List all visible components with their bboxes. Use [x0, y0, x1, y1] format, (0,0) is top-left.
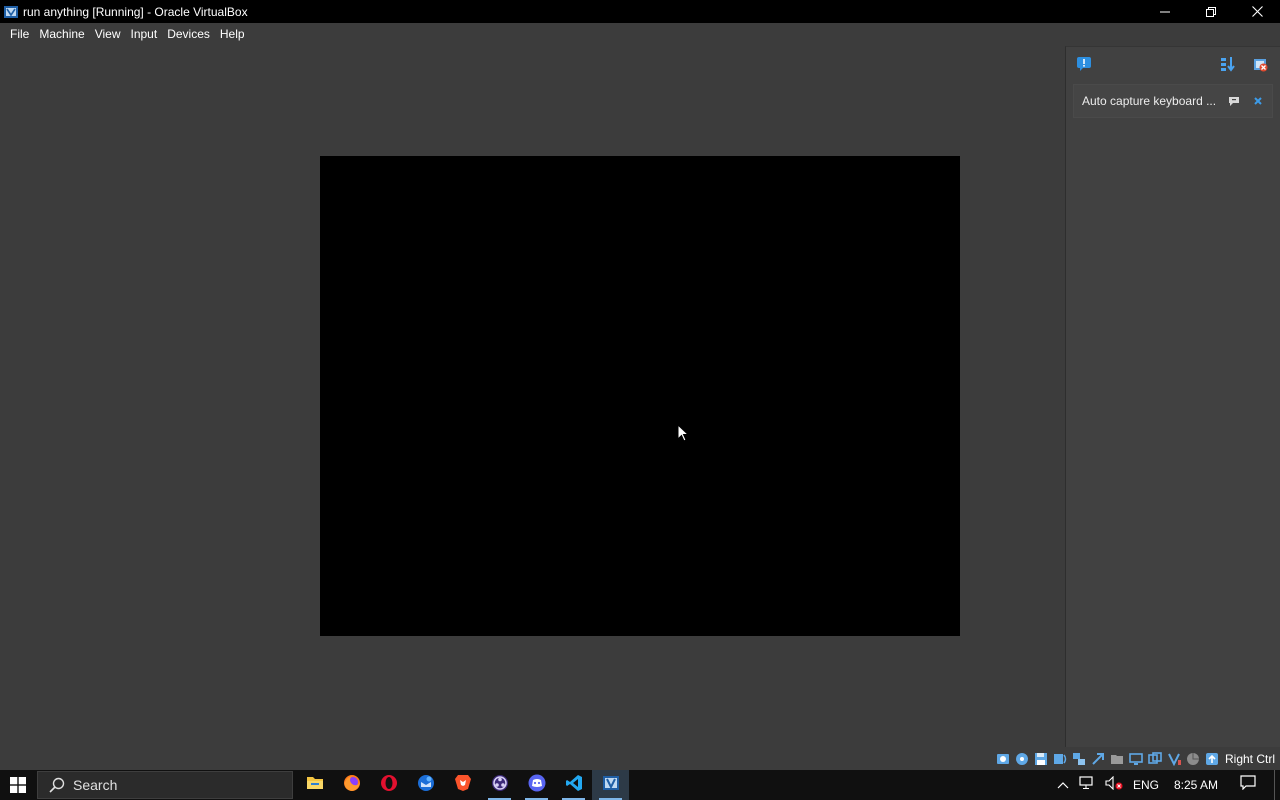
discord-icon	[528, 774, 546, 797]
restore-button[interactable]	[1188, 0, 1234, 23]
menu-input[interactable]: Input	[126, 23, 163, 45]
taskbar-vscode[interactable]	[555, 770, 592, 800]
notification-center-icon[interactable]	[1074, 54, 1094, 74]
menu-devices[interactable]: Devices	[162, 23, 215, 45]
menu-view[interactable]: View	[90, 23, 126, 45]
recording-icon[interactable]	[1147, 752, 1162, 767]
notification-center: Auto capture keyboard ...	[1065, 46, 1280, 747]
menu-file[interactable]: File	[5, 23, 34, 45]
clock[interactable]: 8:25 AM	[1164, 770, 1228, 800]
taskbar-firefox[interactable]	[333, 770, 370, 800]
taskbar-discord[interactable]	[518, 770, 555, 800]
taskbar-brave[interactable]	[444, 770, 481, 800]
optical-drive-icon[interactable]	[1014, 752, 1029, 767]
vm-status-bar: Right Ctrl	[995, 748, 1280, 770]
cpu-icon[interactable]	[1166, 752, 1181, 767]
help-icon[interactable]	[1228, 95, 1240, 107]
menu-help[interactable]: Help	[215, 23, 250, 45]
taskbar-file-explorer[interactable]	[296, 770, 333, 800]
file-explorer-icon	[306, 775, 324, 796]
thunderbird-icon	[417, 774, 435, 797]
sort-order-icon[interactable]	[1218, 54, 1238, 74]
chevron-up-icon	[1057, 776, 1069, 794]
action-center-button[interactable]	[1228, 770, 1268, 800]
delete-all-icon[interactable]	[1250, 54, 1270, 74]
brave-icon	[454, 774, 472, 797]
language-indicator[interactable]: ENG	[1128, 770, 1164, 800]
network-status-icon	[1079, 775, 1095, 795]
show-hidden-icons-button[interactable]	[1052, 770, 1074, 800]
virtualbox-icon	[602, 774, 620, 797]
audio-icon[interactable]	[1052, 752, 1067, 767]
close-button[interactable]	[1234, 0, 1280, 23]
volume-muted-icon	[1105, 775, 1123, 795]
notification-toolbar	[1066, 47, 1280, 81]
clock-time: 8:25 AM	[1173, 778, 1218, 792]
shared-folders-icon[interactable]	[1109, 752, 1124, 767]
taskbar-virtualbox[interactable]	[592, 770, 629, 800]
window-title: run anything [Running] - Oracle VirtualB…	[23, 4, 248, 19]
hard-disk-icon[interactable]	[995, 752, 1010, 767]
display-icon[interactable]	[1128, 752, 1143, 767]
taskbar-obs[interactable]	[481, 770, 518, 800]
guest-display[interactable]	[320, 156, 960, 636]
search-placeholder: Search	[73, 777, 118, 793]
obs-icon	[491, 774, 509, 797]
search-box[interactable]: Search	[37, 771, 293, 799]
show-desktop-button[interactable]	[1274, 770, 1280, 800]
taskbar-opera[interactable]	[370, 770, 407, 800]
network-icon[interactable]	[1071, 752, 1086, 767]
menu-bar: File Machine View Input Devices Help	[0, 23, 1280, 45]
usb-icon[interactable]	[1090, 752, 1105, 767]
notification-text: Auto capture keyboard ...	[1082, 94, 1217, 108]
opera-icon	[380, 774, 398, 797]
keyboard-icon[interactable]	[1204, 752, 1219, 767]
mouse-integration-icon[interactable]	[1185, 752, 1200, 767]
taskbar: Search ENG 8:25 AM	[0, 770, 1280, 800]
floppy-icon[interactable]	[1033, 752, 1048, 767]
virtualbox-app-icon[interactable]	[3, 4, 19, 20]
start-button[interactable]	[0, 770, 36, 800]
search-icon	[49, 777, 65, 793]
close-notification-icon[interactable]	[1252, 95, 1264, 107]
mouse-cursor-icon	[677, 423, 690, 448]
minimize-button[interactable]	[1142, 0, 1188, 23]
volume-tray-button[interactable]	[1100, 770, 1128, 800]
notifications-icon	[1240, 775, 1256, 795]
host-key-label[interactable]: Right Ctrl	[1225, 752, 1275, 766]
language-label: ENG	[1132, 778, 1159, 792]
firefox-icon	[343, 774, 361, 797]
notification-item[interactable]: Auto capture keyboard ...	[1073, 84, 1273, 118]
taskbar-thunderbird[interactable]	[407, 770, 444, 800]
network-tray-button[interactable]	[1074, 770, 1100, 800]
vscode-icon	[565, 774, 583, 797]
title-bar: run anything [Running] - Oracle VirtualB…	[0, 0, 1280, 23]
menu-machine[interactable]: Machine	[34, 23, 89, 45]
